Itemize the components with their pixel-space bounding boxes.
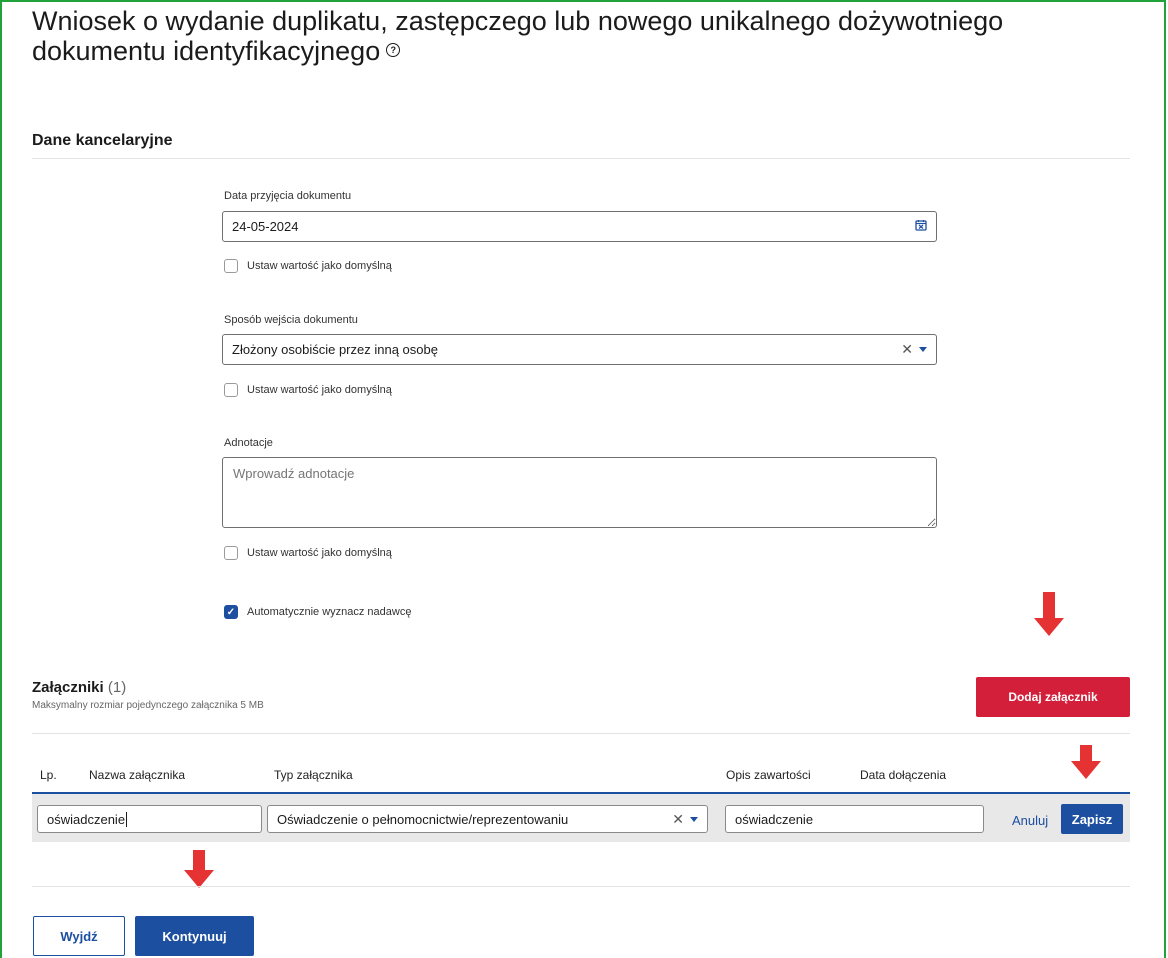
entry-method-default-label: Ustaw wartość jako domyślną xyxy=(247,384,392,396)
chevron-down-icon[interactable] xyxy=(919,347,927,352)
entry-method-default-option[interactable]: Ustaw wartość jako domyślną xyxy=(224,383,392,397)
entry-method-default-checkbox[interactable] xyxy=(224,383,238,397)
attachments-title: Załączniki (1) xyxy=(32,679,126,696)
entry-method-select[interactable]: Złożony osobiście przez inną osobę ✕ xyxy=(222,334,937,365)
column-header-type: Typ załącznika xyxy=(274,768,353,782)
text-cursor xyxy=(126,811,128,827)
attachments-max-size: Maksymalny rozmiar pojedynczego załączni… xyxy=(32,700,264,711)
attachment-type-value: Oświadczenie o pełnomocnictwie/reprezent… xyxy=(277,811,569,827)
page-title-line2: dokumentu identyfikacyjnego xyxy=(32,36,381,66)
date-default-label: Ustaw wartość jako domyślną xyxy=(247,260,392,272)
page-title: Wniosek o wydanie duplikatu, zastępczego… xyxy=(32,6,1142,66)
divider xyxy=(32,158,1130,159)
attachment-description-value: oświadczenie xyxy=(735,811,814,827)
attachment-name-value: oświadczenie xyxy=(47,811,126,827)
date-default-option[interactable]: Ustaw wartość jako domyślną xyxy=(224,259,392,273)
column-header-date: Data dołączenia xyxy=(860,768,947,782)
save-button[interactable]: Zapisz xyxy=(1061,804,1123,834)
continue-button[interactable]: Kontynuuj xyxy=(135,916,254,956)
auto-sender-checkbox[interactable]: ✓ xyxy=(224,605,238,619)
chevron-down-icon[interactable] xyxy=(690,816,698,822)
annotation-arrow xyxy=(1071,745,1101,779)
annotations-default-checkbox[interactable] xyxy=(224,546,238,560)
attachment-description-input[interactable]: oświadczenie xyxy=(725,805,984,833)
clear-icon[interactable]: ✕ xyxy=(901,341,913,358)
annotations-label: Adnotacje xyxy=(224,437,273,449)
column-header-name: Nazwa załącznika xyxy=(89,768,186,782)
annotations-default-option[interactable]: Ustaw wartość jako domyślną xyxy=(224,546,392,560)
entry-method-value: Złożony osobiście przez inną osobę xyxy=(232,342,438,357)
auto-sender-option[interactable]: ✓ Automatycznie wyznacz nadawcę xyxy=(224,605,411,619)
entry-method-label: Sposób wejścia dokumentu xyxy=(224,314,358,326)
annotations-default-label: Ustaw wartość jako domyślną xyxy=(247,547,392,559)
exit-button[interactable]: Wyjdź xyxy=(33,916,125,956)
attachments-count: (1) xyxy=(107,679,127,696)
annotation-arrow xyxy=(1034,592,1064,636)
add-attachment-button[interactable]: Dodaj załącznik xyxy=(976,677,1130,717)
help-icon[interactable]: ? xyxy=(386,42,401,57)
date-default-checkbox[interactable] xyxy=(224,259,238,273)
calendar-icon[interactable] xyxy=(915,219,927,234)
date-value: 24-05-2024 xyxy=(232,219,299,234)
date-label: Data przyjęcia dokumentu xyxy=(224,190,352,202)
auto-sender-label: Automatycznie wyznacz nadawcę xyxy=(247,606,412,618)
checkmark-icon: ✓ xyxy=(226,607,236,618)
attachment-name-input[interactable]: oświadczenie xyxy=(37,805,262,833)
annotation-arrow xyxy=(184,850,214,888)
column-header-lp: Lp. xyxy=(40,768,57,782)
section-title-office: Dane kancelaryjne xyxy=(32,132,173,149)
date-field[interactable]: 24-05-2024 xyxy=(222,211,937,242)
divider xyxy=(32,886,1130,887)
attachments-title-text: Załączniki xyxy=(32,679,104,696)
divider xyxy=(32,733,1130,734)
clear-icon[interactable]: ✕ xyxy=(672,811,684,828)
annotations-textarea[interactable] xyxy=(222,457,937,528)
cancel-link[interactable]: Anuluj xyxy=(1012,813,1048,828)
column-header-description: Opis zawartości xyxy=(726,768,811,782)
page-title-line1: Wniosek o wydanie duplikatu, zastępczego… xyxy=(32,6,1004,36)
attachment-type-select[interactable]: Oświadczenie o pełnomocnictwie/reprezent… xyxy=(267,805,708,833)
